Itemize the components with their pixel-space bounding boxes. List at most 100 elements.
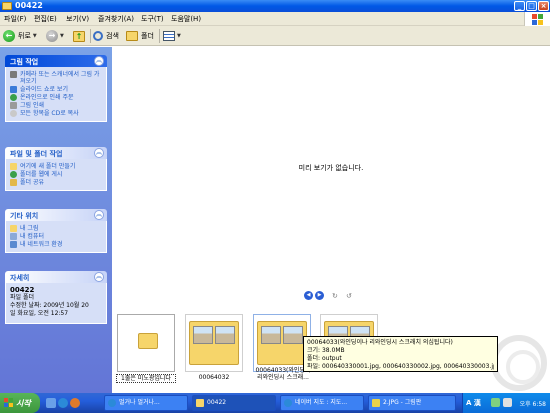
minimize-button[interactable]: _ [514,1,525,11]
menu-favorites[interactable]: 즐겨찾기(A) [98,14,134,24]
detail-modified-cont: 일 화요일, 오전 12:57 [10,310,69,317]
task-new-folder[interactable]: 여기에 새 폴더 만들기 [10,163,102,170]
file-tasks-header[interactable]: 파일 및 폴더 작업 ︽ [5,147,107,159]
photo-folder-icon [189,321,239,365]
collapse-chevron-icon[interactable]: ︽ [94,56,104,66]
other-places-header[interactable]: 기타 위치 ︽ [5,209,107,221]
search-button[interactable]: 검색 [93,28,119,44]
task-pane: 그림 작업 ︽ 카메라 또는 스캐너에서 그림 가져오기 슬라이드 쇼로 보기 … [0,47,112,393]
other-places-group: 기타 위치 ︽ 내 그림 내 컴퓨터 내 네트워크 환경 [5,209,107,253]
search-icon [93,31,103,41]
network-tray-icon[interactable] [491,398,500,407]
task-import-from-camera[interactable]: 카메라 또는 스캐너에서 그림 가져오기 [10,71,102,85]
place-network[interactable]: 내 네트워크 환경 [10,241,102,248]
windows-logo-icon [524,12,550,26]
task-slideshow[interactable]: 슬라이드 쇼로 보기 [10,86,102,93]
photo-thumbnail [261,326,281,344]
tooltip-title: 00064033(와인딩이나 리와인딩시 스크래치 의심됩니다) [307,339,453,346]
previous-image-button[interactable]: ◀ [304,291,313,300]
photo-thumbnail [193,326,213,344]
taskbar-button-paint[interactable]: 2.JPG - 그림판 [368,395,456,411]
task-label: 폴더를 웹에 게시 [20,171,63,178]
taskbar-button-browser[interactable]: 멀거나 멀거나... [104,395,188,411]
task-label: 그림 인쇄 [20,102,44,109]
back-label: 뒤로 [18,32,31,40]
task-label: 모든 항목을 CD로 복사 [20,110,79,117]
task-share-folder[interactable]: 폴더 공유 [10,179,102,186]
up-folder-button[interactable]: ↑ [73,28,85,44]
system-tray: A 漢 오후 6:58 [462,393,550,413]
internet-explorer-icon[interactable] [58,398,68,408]
collapse-chevron-icon[interactable]: ︽ [94,148,104,158]
camera-icon [10,71,17,78]
menu-edit[interactable]: 편집(E) [34,14,57,24]
start-label: 시작 [16,399,31,408]
views-icon [163,31,175,41]
task-print-pictures[interactable]: 그림 인쇄 [10,102,102,109]
menu-view[interactable]: 보기(V) [66,14,89,24]
detail-folder-name: 00422 [10,286,35,294]
picture-tasks-header[interactable]: 그림 작업 ︽ [5,55,107,67]
place-my-pictures[interactable]: 내 그림 [10,225,102,232]
other-places-title: 기타 위치 [10,212,39,220]
media-player-icon[interactable] [70,398,80,408]
slideshow-icon [10,86,17,93]
menu-bar: 파일(F) 편집(E) 보기(V) 즐겨찾기(A) 도구(T) 도움말(H) [0,12,550,26]
filmstrip-item[interactable] [185,314,243,372]
filmstrip-caption: 1출은 미노광입니다 [116,374,176,383]
folder-icon [2,2,12,10]
filmstrip-view: 미리 보기가 없습니다. ◀ ▶ ↻ ↺ 1출은 미노광입니다 00064032… [112,47,550,393]
windows-flag-icon [4,398,13,407]
caption-line: 리와인딩시 스크래... [257,374,309,381]
rotate-counterclockwise-icon[interactable]: ↺ [346,292,354,300]
taskbar-button-label: 2.JPG - 그림판 [383,399,422,406]
menu-file[interactable]: 파일(F) [4,14,26,24]
taskbar-button-label: 네이버 지도 : 지도... [295,399,348,406]
menu-tools[interactable]: 도구(T) [141,14,164,24]
taskbar: 시작 멀거나 멀거나... 00422 네이버 지도 : 지도... 2.JPG… [0,393,550,413]
up-folder-icon: ↑ [73,30,85,42]
task-order-prints[interactable]: 온라인으로 인쇄 주문 [10,94,102,101]
filmstrip-controls: ◀ ▶ ↻ ↺ [304,291,354,300]
folder-tooltip: 00064033(와인딩이나 리와인딩시 스크래치 의심됩니다) 크기: 38.… [303,336,498,372]
task-label: 슬라이드 쇼로 보기 [20,86,68,93]
no-preview-message: 미리 보기가 없습니다. [298,164,364,172]
taskbar-button-00422[interactable]: 00422 [192,395,276,411]
forward-button[interactable]: → ▼ [46,28,64,44]
browser-icon [284,399,292,407]
cd-icon [10,110,17,117]
menu-help[interactable]: 도움말(H) [171,14,201,24]
language-indicator[interactable]: A 漢 [466,398,481,408]
collapse-chevron-icon[interactable]: ︽ [94,210,104,220]
network-icon [10,241,17,248]
task-label: 내 그림 [20,225,39,232]
folders-button[interactable]: 폴더 [126,28,154,44]
details-group: 자세히 ︽ 00422 파일 폴더 수정한 날짜: 2009년 10월 20 일… [5,271,107,324]
folder-icon [138,333,158,349]
photo-thumbnail [215,326,235,344]
place-my-computer[interactable]: 내 컴퓨터 [10,233,102,240]
rotate-clockwise-icon[interactable]: ↻ [332,292,340,300]
back-button[interactable]: ← 뒤로 ▼ [3,28,37,44]
my-pictures-icon [10,225,17,232]
start-button[interactable]: 시작 [0,393,40,413]
close-button[interactable]: × [538,1,549,11]
show-desktop-icon[interactable] [46,398,56,408]
watermark-logo [491,335,547,391]
task-publish-web[interactable]: 폴더를 웹에 게시 [10,171,102,178]
next-image-button[interactable]: ▶ [315,291,324,300]
window-title: 00422 [15,1,43,10]
taskbar-button-naver-map[interactable]: 네이버 지도 : 지도... [280,395,364,411]
folders-label: 폴더 [141,32,154,40]
volume-tray-icon[interactable] [503,398,512,407]
views-button[interactable]: ▼ [163,28,181,44]
collapse-chevron-icon[interactable]: ︽ [94,272,104,282]
task-label: 여기에 새 폴더 만들기 [20,163,76,170]
task-copy-to-cd[interactable]: 모든 항목을 CD로 복사 [10,110,102,117]
filmstrip-item[interactable] [117,314,175,372]
maximize-button[interactable]: □ [526,1,537,11]
tooltip-files: 파일: 000640330001.jpg, 000640330002.jpg, … [307,363,494,370]
picture-tasks-title: 그림 작업 [10,58,39,66]
details-header[interactable]: 자세히 ︽ [5,271,107,283]
filmstrip-caption: 00064032 [198,374,230,381]
